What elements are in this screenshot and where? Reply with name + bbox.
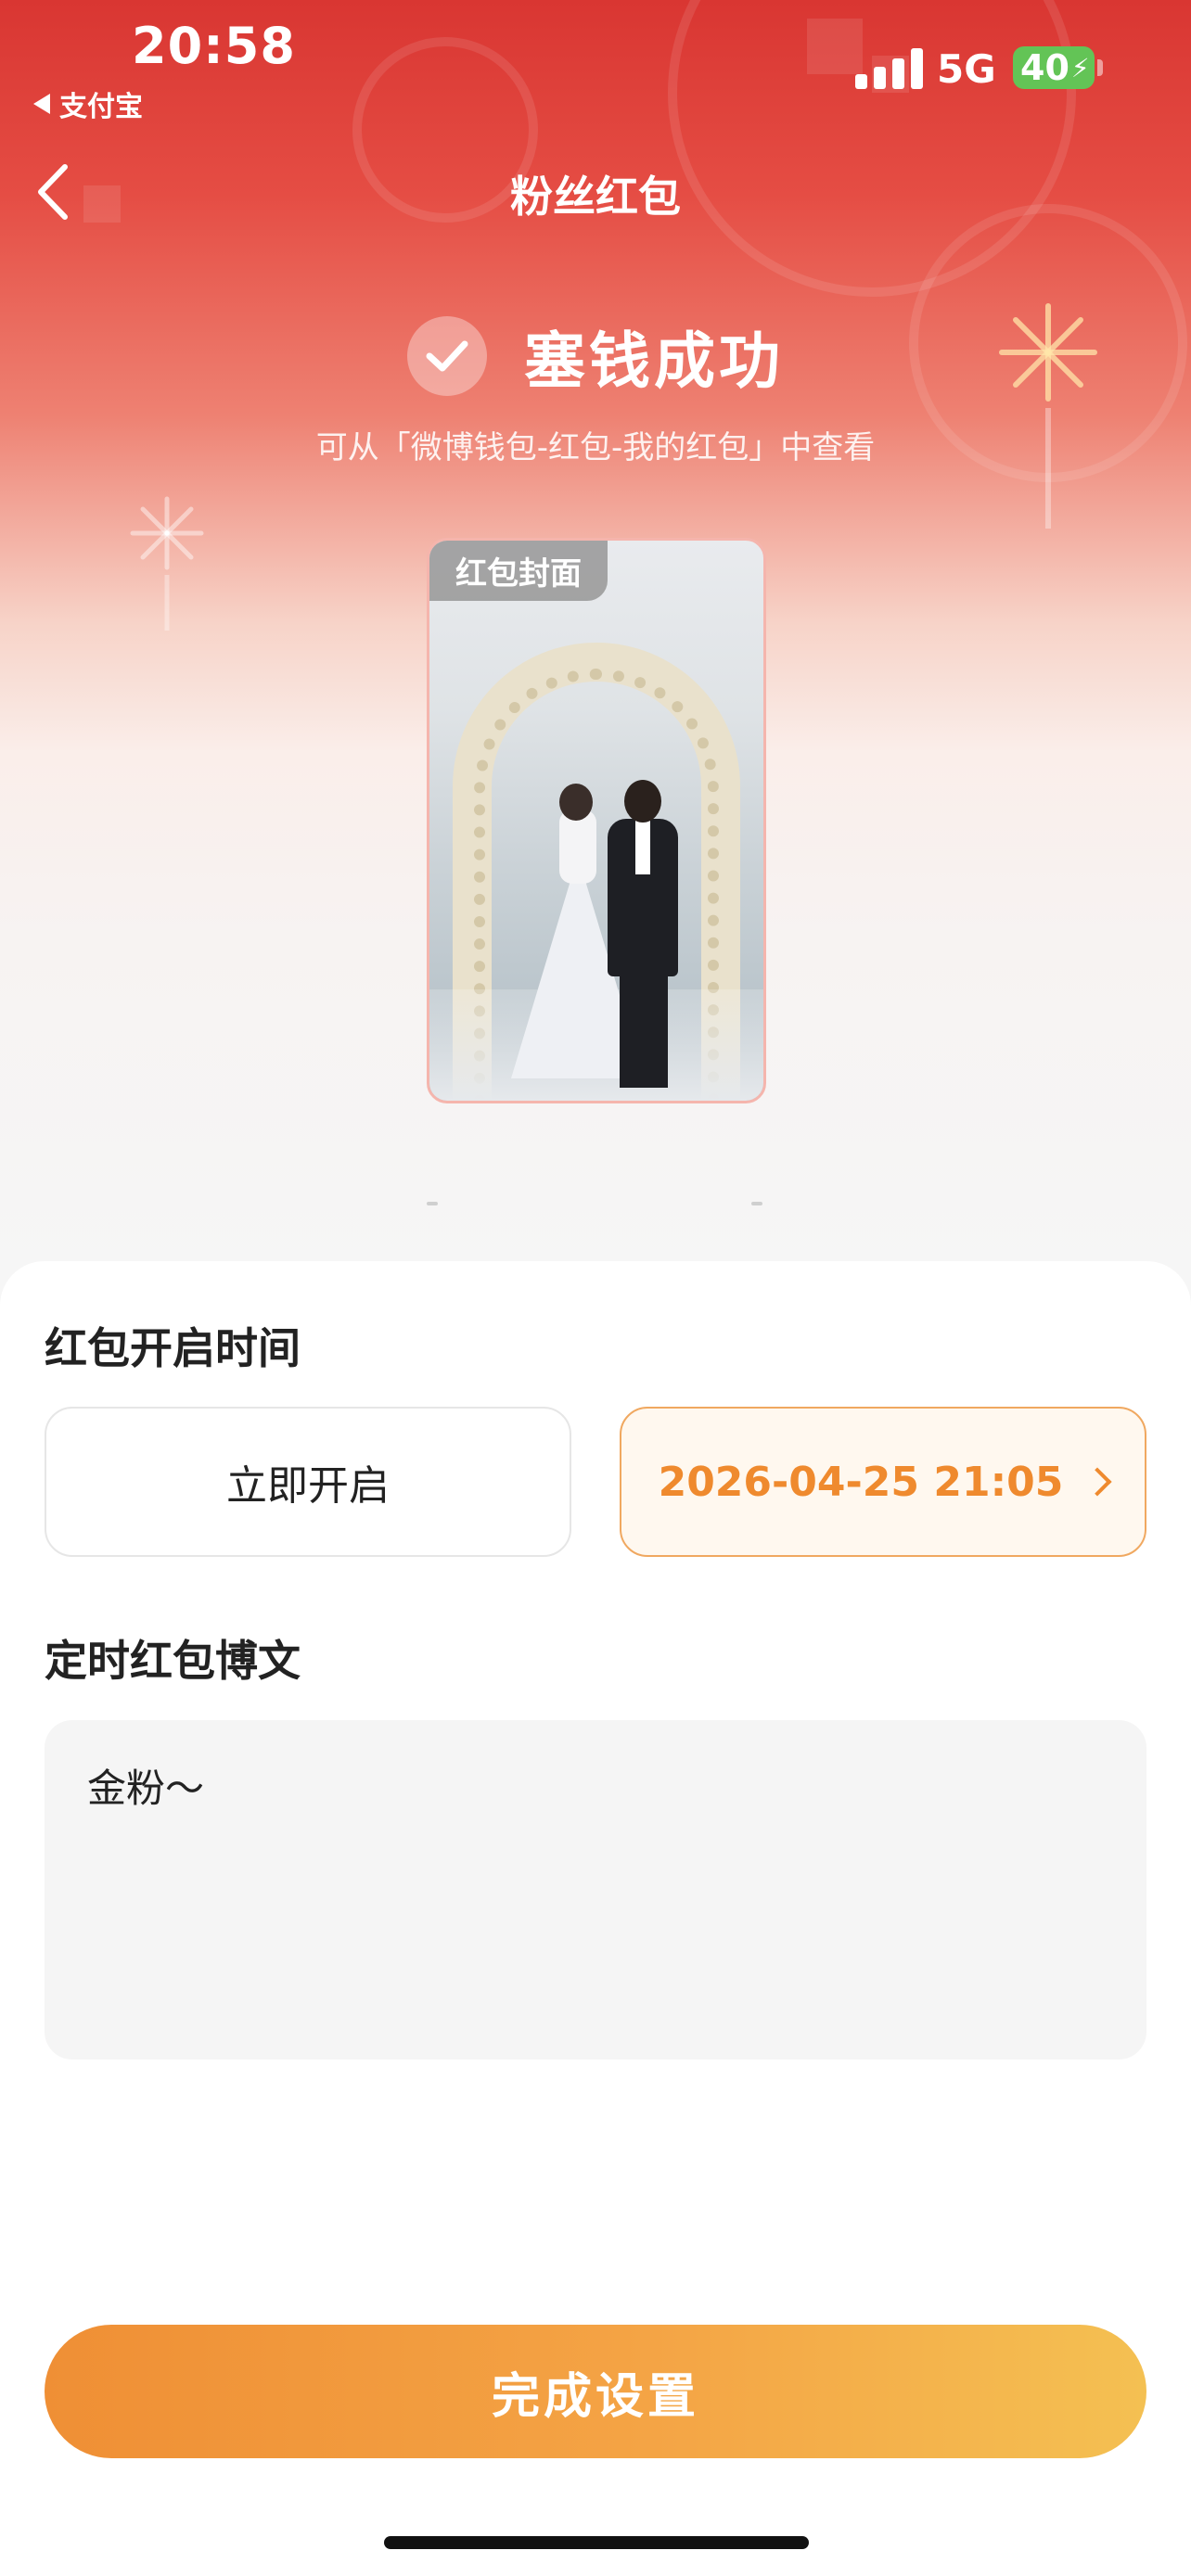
success-title: 塞钱成功 xyxy=(524,325,784,397)
divider-dash xyxy=(751,1202,762,1205)
bride-graphic xyxy=(559,810,596,884)
scheduled-time-option[interactable]: 2026-04-25 21:05 xyxy=(620,1407,1146,1557)
post-title: 定时红包博文 xyxy=(45,1636,301,1686)
battery-level: 40 xyxy=(1020,47,1069,88)
open-now-option[interactable]: 立即开启 xyxy=(45,1407,571,1557)
chevron-right-icon xyxy=(1082,1467,1112,1497)
scheduled-time-label: 2026-04-25 21:05 xyxy=(658,1458,1064,1506)
groom-shirt-graphic xyxy=(635,819,650,874)
back-app-label: 支付宝 xyxy=(59,91,143,123)
post-text-input[interactable]: 金粉～ xyxy=(45,1720,1146,2060)
check-icon xyxy=(407,316,487,396)
open-time-title: 红包开启时间 xyxy=(45,1323,301,1373)
success-header: 塞钱成功 xyxy=(0,312,1191,401)
finish-setup-button[interactable]: 完成设置 xyxy=(45,2325,1146,2458)
page-title: 粉丝红包 xyxy=(510,172,681,222)
groom-head-graphic xyxy=(624,780,661,823)
network-type: 5G xyxy=(937,46,996,92)
divider-dash xyxy=(427,1202,438,1205)
red-packet-cover[interactable]: 红包封面 xyxy=(427,538,766,1103)
open-now-label: 立即开启 xyxy=(226,1462,390,1510)
home-indicator xyxy=(384,2536,809,2549)
cellular-signal-icon xyxy=(855,46,923,89)
cover-label: 红包封面 xyxy=(429,541,608,601)
groom-legs-graphic xyxy=(620,967,668,1088)
battery-tip xyxy=(1097,59,1103,76)
finish-setup-label: 完成设置 xyxy=(491,2368,699,2425)
bride-head-graphic xyxy=(559,784,593,821)
status-time: 20:58 xyxy=(132,17,296,75)
post-text-value: 金粉～ xyxy=(87,1766,205,1811)
back-to-app-link[interactable]: 支付宝 xyxy=(33,83,143,124)
charging-bolt-icon: ⚡ xyxy=(1070,52,1090,83)
battery-icon: 40 ⚡ xyxy=(1013,46,1095,89)
back-triangle-icon xyxy=(33,94,50,114)
firework-decor-icon xyxy=(130,496,204,631)
success-subtitle: 可从「微博钱包-红包-我的红包」中查看 xyxy=(315,429,876,466)
decor-square xyxy=(807,19,863,74)
